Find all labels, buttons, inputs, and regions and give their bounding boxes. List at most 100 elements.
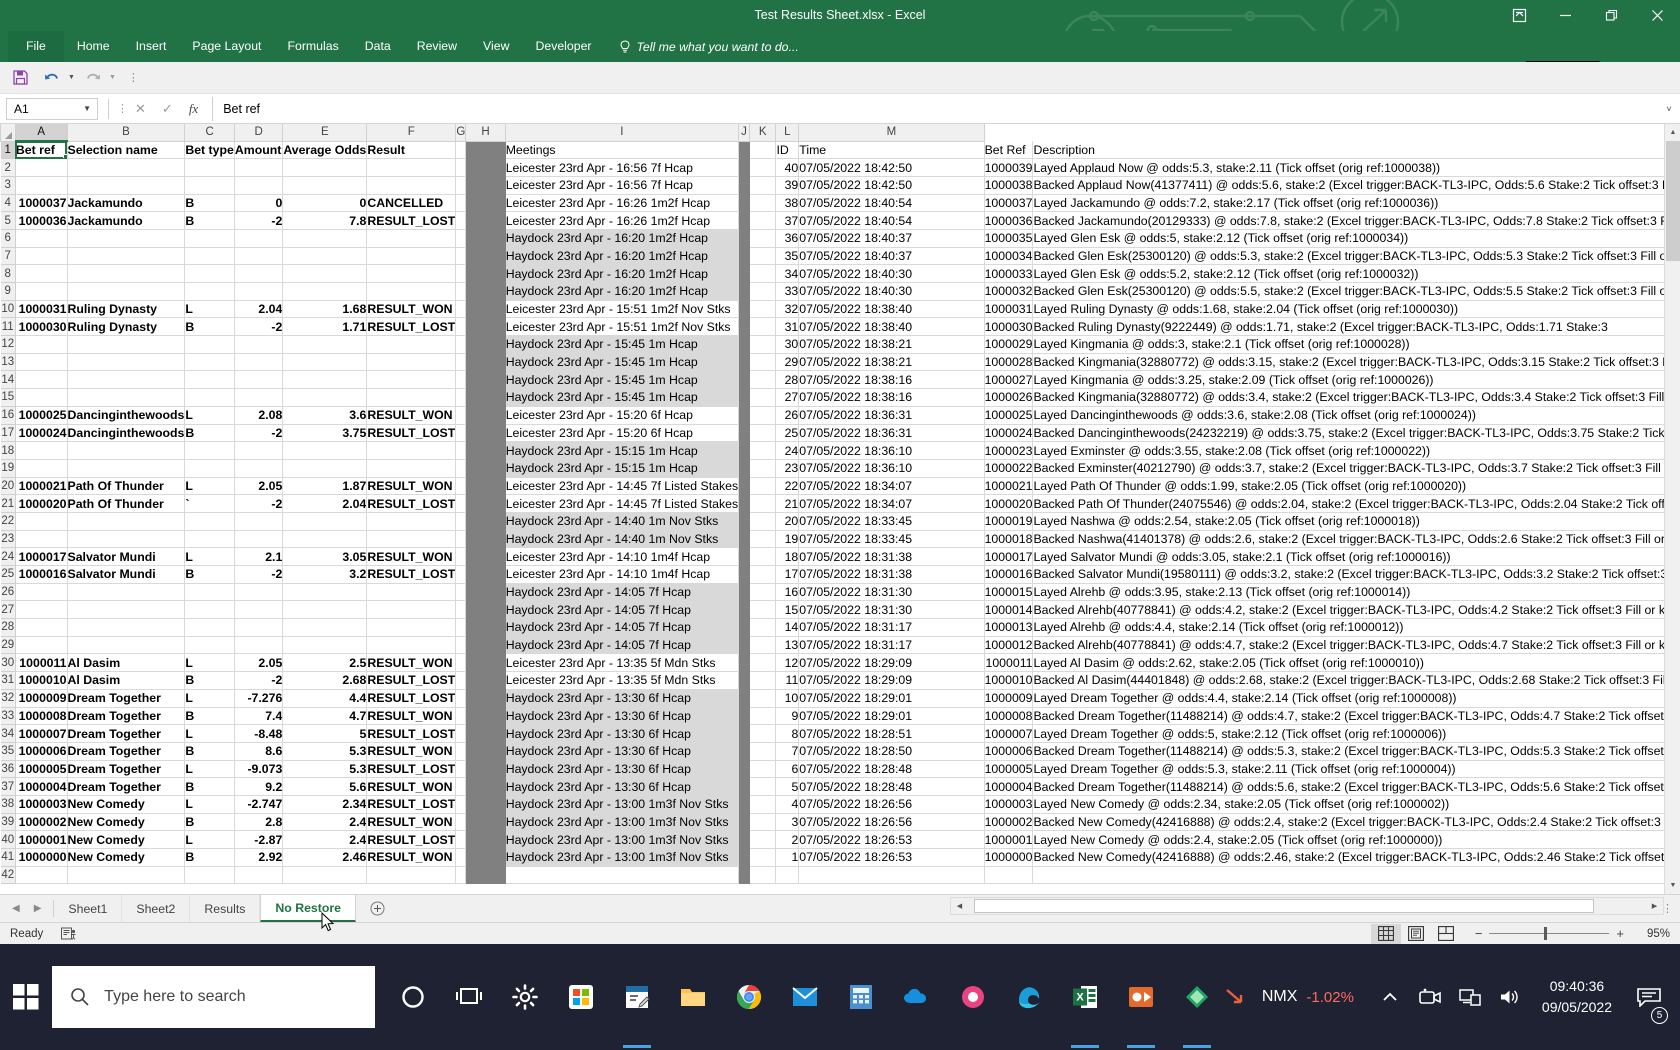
- cell-b-21[interactable]: Path Of Thunder: [67, 494, 186, 513]
- cell-g-30[interactable]: [455, 653, 467, 673]
- cell-c-23[interactable]: [184, 530, 235, 549]
- cell-g-6[interactable]: [455, 229, 467, 248]
- cell-j-1[interactable]: ID: [775, 141, 800, 160]
- cell-f-11[interactable]: RESULT_LOST: [366, 317, 457, 337]
- cell-k-30[interactable]: 07/05/2022 18:29:09: [798, 653, 985, 673]
- cell-m-36[interactable]: Layed Dream Together @ odds:5.3, stake:2…: [1032, 760, 1680, 779]
- cell-l-32[interactable]: 1000009: [984, 689, 1034, 708]
- cell-k-1[interactable]: Time: [798, 141, 985, 160]
- cell-a-15[interactable]: [15, 388, 68, 407]
- cell-k-18[interactable]: 07/05/2022 18:36:10: [798, 441, 985, 460]
- cell-m-1[interactable]: Description: [1032, 141, 1680, 160]
- cell-h-14[interactable]: Haydock 23rd Apr - 15:45 1m Hcap: [505, 370, 740, 390]
- cell-d-6[interactable]: [234, 229, 284, 248]
- cell-k-10[interactable]: 07/05/2022 18:38:40: [798, 300, 985, 319]
- cell-d-31[interactable]: -2: [234, 671, 284, 690]
- cell-j-16[interactable]: 26: [775, 406, 800, 425]
- cell-h-37[interactable]: Haydock 23rd Apr - 13:30 6f Hcap: [505, 777, 740, 796]
- row-header-17[interactable]: 17: [0, 423, 16, 443]
- cell-j-32[interactable]: 10: [775, 689, 800, 708]
- cell-a-30[interactable]: 1000011: [15, 653, 68, 673]
- cell-h-21[interactable]: Leicester 23rd Apr - 14:45 7f Listed Sta…: [505, 494, 740, 513]
- stock-ticker[interactable]: NMX -1.02%: [1225, 986, 1370, 1008]
- cell-a-40[interactable]: 1000001: [15, 830, 68, 849]
- cell-l-23[interactable]: 1000018: [984, 530, 1034, 549]
- cell-d-9[interactable]: [234, 282, 284, 301]
- cell-h-5[interactable]: Leicester 23rd Apr - 16:26 1m2f Hcap: [505, 211, 740, 230]
- cell-f-16[interactable]: RESULT_WON: [366, 406, 457, 425]
- cell-i-26[interactable]: [749, 583, 777, 602]
- cell-i-5[interactable]: [749, 211, 777, 230]
- microsoft-store-icon[interactable]: [553, 944, 609, 1050]
- cell-c-33[interactable]: B: [184, 707, 235, 726]
- column-header-l[interactable]: L: [775, 124, 800, 142]
- cell-j-36[interactable]: 6: [775, 760, 800, 779]
- cell-h-24[interactable]: Leicester 23rd Apr - 14:10 1m4f Hcap: [505, 547, 740, 566]
- ribbon-tab-view[interactable]: View: [470, 31, 522, 62]
- select-all-corner[interactable]: [0, 124, 16, 142]
- cell-d-11[interactable]: -2: [234, 317, 284, 337]
- table-row[interactable]: 14 Haydock 23rd Apr - 15:45 1m Hcap 28 07/0…: [0, 370, 1680, 390]
- cell-k-40[interactable]: 07/05/2022 18:26:53: [798, 830, 985, 849]
- cell-c-32[interactable]: L: [184, 689, 235, 708]
- cell-a-25[interactable]: 1000016: [15, 565, 68, 584]
- cell-a-22[interactable]: [15, 512, 68, 531]
- cell-f-19[interactable]: [366, 459, 457, 478]
- cell-b-18[interactable]: [67, 441, 186, 460]
- table-row[interactable]: 38 1000003 New Comedy L -2.747 2.34 RESULT_LOS…: [0, 794, 1680, 814]
- cell-i-7[interactable]: [749, 247, 777, 266]
- cell-g-21[interactable]: [455, 494, 467, 513]
- cell-j-42[interactable]: [775, 866, 800, 885]
- cell-b-29[interactable]: [67, 636, 186, 655]
- cell-f-13[interactable]: [366, 353, 457, 372]
- scroll-up-button[interactable]: ▲: [1665, 124, 1680, 141]
- table-row[interactable]: 1 Bet ref Selection name Bet type Amount Aver…: [0, 140, 1680, 160]
- cell-l-18[interactable]: 1000023: [984, 441, 1034, 460]
- cell-a-18[interactable]: [15, 441, 68, 460]
- table-row[interactable]: 42: [0, 865, 1680, 885]
- cell-m-30[interactable]: Layed Al Dasim @ odds:2.62, stake:2.05 (…: [1032, 653, 1680, 673]
- cell-e-7[interactable]: [282, 247, 368, 266]
- redo-dropdown-arrow[interactable]: ▼: [109, 74, 116, 81]
- cell-c-41[interactable]: B: [184, 848, 235, 867]
- cell-i-4[interactable]: [749, 194, 777, 213]
- cell-l-40[interactable]: 1000001: [984, 830, 1034, 849]
- cell-h-20[interactable]: Leicester 23rd Apr - 14:45 7f Listed Sta…: [505, 477, 740, 496]
- cell-c-24[interactable]: L: [184, 547, 235, 566]
- cell-b-40[interactable]: New Comedy: [67, 830, 186, 849]
- cell-l-34[interactable]: 1000007: [984, 724, 1034, 743]
- cell-d-5[interactable]: -2: [234, 211, 284, 230]
- table-row[interactable]: 21 1000020 Path Of Thunder ` -2 2.04 RESULT_LO…: [0, 494, 1680, 513]
- row-header-32[interactable]: 32: [0, 688, 16, 708]
- table-row[interactable]: 20 1000021 Path Of Thunder L 2.05 1.87 RESULT_…: [0, 476, 1680, 496]
- cell-h-27[interactable]: Haydock 23rd Apr - 14:05 7f Hcap: [505, 600, 740, 620]
- cell-a-39[interactable]: 1000002: [15, 813, 68, 832]
- cell-a-9[interactable]: [15, 282, 68, 301]
- cell-i-22[interactable]: [749, 512, 777, 531]
- row-header-23[interactable]: 23: [0, 529, 16, 549]
- cell-j-9[interactable]: 33: [775, 282, 800, 301]
- cell-e-40[interactable]: 2.4: [282, 830, 368, 849]
- cell-h-18[interactable]: Haydock 23rd Apr - 15:15 1m Hcap: [505, 441, 740, 460]
- table-row[interactable]: 13 Haydock 23rd Apr - 15:45 1m Hcap 29 07/0…: [0, 352, 1680, 372]
- cell-a-14[interactable]: [15, 370, 68, 390]
- cell-f-10[interactable]: RESULT_WON: [366, 300, 457, 319]
- row-header-37[interactable]: 37: [0, 777, 16, 796]
- table-row[interactable]: 39 1000002 New Comedy B 2.8 2.4 RESULT_WON Hayd…: [0, 812, 1680, 832]
- cell-h-7[interactable]: Haydock 23rd Apr - 16:20 1m2f Hcap: [505, 247, 740, 266]
- cell-a-2[interactable]: [15, 158, 68, 177]
- cell-l-39[interactable]: 1000002: [984, 813, 1034, 832]
- cell-m-21[interactable]: Backed Path Of Thunder(24075546) @ odds:…: [1032, 494, 1680, 513]
- cell-i-17[interactable]: [749, 424, 777, 443]
- cell-d-28[interactable]: [234, 618, 284, 637]
- cell-d-19[interactable]: [234, 459, 284, 478]
- cell-j-11[interactable]: 31: [775, 317, 800, 337]
- cell-e-35[interactable]: 5.3: [282, 742, 368, 761]
- network-tray-icon[interactable]: [1450, 944, 1490, 1050]
- redo-button[interactable]: [79, 65, 107, 91]
- row-header-2[interactable]: 2: [0, 158, 16, 177]
- sheet-tab-results[interactable]: Results: [190, 895, 261, 922]
- cell-i-27[interactable]: [749, 600, 777, 620]
- cell-k-17[interactable]: 07/05/2022 18:36:31: [798, 424, 985, 443]
- cell-e-41[interactable]: 2.46: [282, 848, 368, 867]
